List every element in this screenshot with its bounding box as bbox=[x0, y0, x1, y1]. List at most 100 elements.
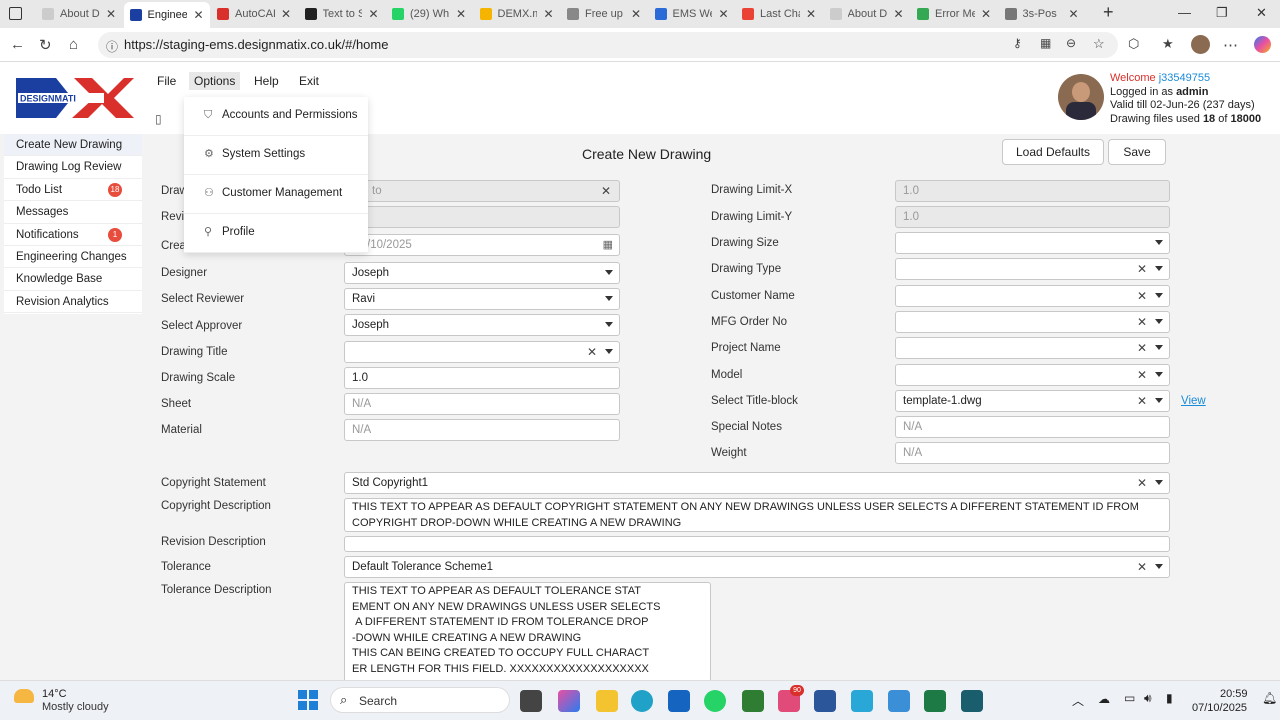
more-icon[interactable]: ⋯ bbox=[1223, 36, 1238, 54]
back-icon[interactable]: ← bbox=[10, 36, 25, 53]
close-window-icon[interactable]: ✕ bbox=[1256, 5, 1267, 21]
browser-tab[interactable]: 3s-Pos ✕ bbox=[999, 3, 1085, 25]
drawing-title-select[interactable]: ✕ bbox=[344, 341, 620, 363]
tab-close-icon[interactable]: ✕ bbox=[631, 7, 641, 21]
word-icon[interactable] bbox=[814, 690, 836, 712]
sidebar-item-todo-list[interactable]: Todo List 18 bbox=[4, 179, 142, 202]
volume-icon[interactable]: 🔊︎ bbox=[1144, 691, 1152, 706]
profile-avatar-icon[interactable] bbox=[1191, 35, 1210, 54]
browser-tab[interactable]: Last Cha ✕ bbox=[736, 3, 822, 25]
sidebar-item-notifications[interactable]: Notifications 1 bbox=[4, 224, 142, 246]
menu-item-system-settings[interactable]: ⚙ System Settings bbox=[184, 136, 368, 175]
browser-tab[interactable]: Free up ✕ bbox=[561, 3, 647, 25]
tab-close-icon[interactable]: ✕ bbox=[368, 7, 378, 21]
browser-tab[interactable]: AutoCAI ✕ bbox=[211, 3, 297, 25]
tab-close-icon[interactable]: ✕ bbox=[981, 7, 991, 21]
clear-icon[interactable]: ✕ bbox=[1137, 473, 1147, 493]
onedrive-icon[interactable]: ☁ bbox=[1098, 692, 1110, 706]
clear-icon[interactable]: ✕ bbox=[1137, 365, 1147, 385]
tab-close-icon[interactable]: ✕ bbox=[893, 7, 903, 21]
clock-date[interactable]: 07/10/2025 bbox=[1192, 702, 1247, 714]
weight-input[interactable]: N/A bbox=[895, 442, 1170, 464]
drawing-no-field[interactable]: to ✕ bbox=[344, 180, 620, 202]
revision-field[interactable] bbox=[344, 206, 620, 228]
clock-time[interactable]: 20:59 bbox=[1220, 688, 1248, 700]
excel-icon[interactable] bbox=[924, 690, 946, 712]
customer-select[interactable]: ✕ bbox=[895, 285, 1170, 307]
browser-tab[interactable]: (29) Wh ✕ bbox=[386, 3, 472, 25]
sidebar-item-create-new-drawing[interactable]: Create New Drawing bbox=[4, 134, 142, 157]
calendar-icon[interactable]: ▦ bbox=[603, 235, 613, 255]
display-icon[interactable]: ▭ bbox=[1124, 691, 1135, 705]
limit-x-field[interactable]: 1.0 bbox=[895, 180, 1170, 202]
browser-tab[interactable]: Text to S ✕ bbox=[299, 3, 385, 25]
created-date-field[interactable]: /10/2025 ▦ bbox=[344, 234, 620, 256]
tolerance-description[interactable]: THIS TEXT TO APPEAR AS DEFAULT TOLERANCE… bbox=[344, 582, 711, 682]
tab-close-icon[interactable]: ✕ bbox=[806, 7, 816, 21]
browser-tab[interactable]: Engineer ✕ bbox=[123, 2, 210, 28]
clear-icon[interactable]: ✕ bbox=[1137, 286, 1147, 306]
battery-icon[interactable]: ▮ bbox=[1166, 691, 1173, 705]
menu-file[interactable]: File bbox=[152, 72, 181, 90]
sheet-input[interactable]: N/A bbox=[344, 393, 620, 415]
copilot-app-icon[interactable] bbox=[558, 690, 580, 712]
save-button[interactable]: Save bbox=[1108, 139, 1166, 165]
load-defaults-button[interactable]: Load Defaults bbox=[1002, 139, 1104, 165]
tab-actions-icon[interactable] bbox=[9, 7, 22, 20]
reviewer-select[interactable]: Ravi bbox=[344, 288, 620, 310]
drawing-scale-input[interactable]: 1.0 bbox=[344, 367, 620, 389]
terminal-icon[interactable] bbox=[961, 690, 983, 712]
browser-tab[interactable]: About D ✕ bbox=[36, 3, 122, 25]
home-icon[interactable]: ⌂ bbox=[69, 36, 78, 53]
copyright-description[interactable]: THIS TEXT TO APPEAR AS DEFAULT COPYRIGHT… bbox=[344, 498, 1170, 532]
key-icon[interactable]: ⚷ bbox=[1013, 36, 1022, 50]
snipping-tool-icon[interactable] bbox=[888, 690, 910, 712]
clear-icon[interactable]: ✕ bbox=[1137, 557, 1147, 577]
weather-desc[interactable]: Mostly cloudy bbox=[42, 701, 109, 713]
menu-help[interactable]: Help bbox=[249, 72, 284, 90]
copyright-select[interactable]: Std Copyright1 ✕ bbox=[344, 472, 1170, 494]
clear-icon[interactable]: ✕ bbox=[601, 181, 611, 201]
browser-tab[interactable]: EMS We ✕ bbox=[649, 3, 735, 25]
notification-bell-icon[interactable]: 🔔︎ bbox=[1262, 691, 1277, 705]
sidebar-item-drawing-log-review[interactable]: Drawing Log Review bbox=[4, 156, 142, 179]
sidebar-item-engineering-changes[interactable]: Engineering Changes bbox=[4, 246, 142, 269]
document-icon[interactable]: ▯ bbox=[155, 112, 162, 126]
sheets-icon[interactable] bbox=[742, 690, 764, 712]
limit-y-field[interactable]: 1.0 bbox=[895, 206, 1170, 228]
copilot-icon[interactable] bbox=[1254, 36, 1271, 53]
menu-item-profile[interactable]: ⚲ Profile bbox=[184, 214, 368, 253]
weather-temp[interactable]: 14°C bbox=[42, 688, 67, 700]
menu-exit[interactable]: Exit bbox=[294, 72, 324, 90]
tab-close-icon[interactable]: ✕ bbox=[193, 8, 203, 22]
apps-icon[interactable]: ▦ bbox=[1040, 36, 1051, 50]
edge-icon[interactable] bbox=[631, 690, 653, 712]
approver-select[interactable]: Joseph bbox=[344, 314, 620, 336]
browser-tab[interactable]: About D ✕ bbox=[824, 3, 910, 25]
tray-chevron-icon[interactable]: ︿ bbox=[1072, 692, 1084, 709]
clear-icon[interactable]: ✕ bbox=[1137, 312, 1147, 332]
zoom-icon[interactable]: ⊖ bbox=[1066, 36, 1076, 50]
url-input[interactable]: https://staging-ems.designmatix.co.uk/#/… bbox=[98, 32, 1118, 58]
project-select[interactable]: ✕ bbox=[895, 337, 1170, 359]
view-link[interactable]: View bbox=[1181, 395, 1206, 407]
task-view-icon[interactable] bbox=[520, 690, 542, 712]
titleblock-select[interactable]: template-1.dwg ✕ bbox=[895, 390, 1170, 412]
sidebar-item-knowledge-base[interactable]: Knowledge Base bbox=[4, 268, 142, 291]
reload-icon[interactable]: ↻ bbox=[39, 36, 52, 54]
drawing-type-select[interactable]: ✕ bbox=[895, 258, 1170, 280]
tab-close-icon[interactable]: ✕ bbox=[106, 7, 116, 21]
tab-close-icon[interactable]: ✕ bbox=[718, 7, 728, 21]
windows-start-icon[interactable] bbox=[298, 690, 318, 710]
special-notes-input[interactable]: N/A bbox=[895, 416, 1170, 438]
clear-icon[interactable]: ✕ bbox=[1137, 338, 1147, 358]
favorite-icon[interactable]: ☆ bbox=[1093, 36, 1105, 52]
tab-close-icon[interactable]: ✕ bbox=[543, 7, 553, 21]
clear-icon[interactable]: ✕ bbox=[587, 342, 597, 362]
menu-item-accounts-and-permissions[interactable]: ⛉ Accounts and Permissions bbox=[184, 97, 368, 136]
menu-item-customer-management[interactable]: ⚇ Customer Management bbox=[184, 175, 368, 214]
maximize-icon[interactable]: ❐ bbox=[1216, 5, 1228, 21]
taskbar-search[interactable]: ⌕ Search bbox=[330, 687, 510, 713]
tolerance-select[interactable]: Default Tolerance Scheme1 ✕ bbox=[344, 556, 1170, 578]
material-input[interactable]: N/A bbox=[344, 419, 620, 441]
